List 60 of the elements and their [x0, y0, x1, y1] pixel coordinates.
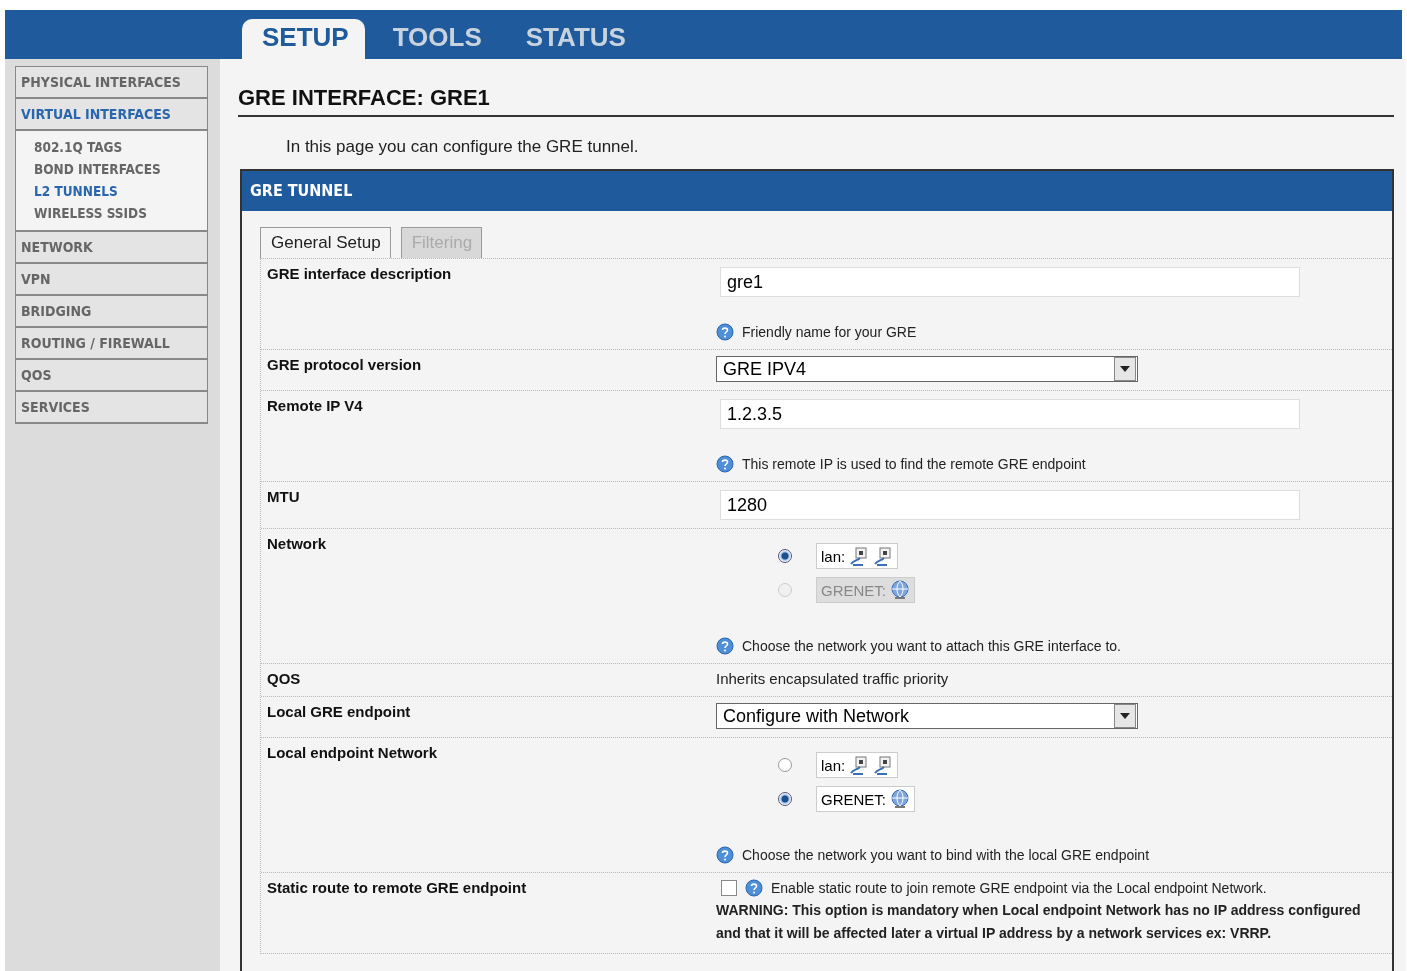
field-label: Local endpoint Network — [266, 744, 438, 763]
submenu-item[interactable]: WIRELESS SSIDS — [34, 202, 207, 224]
field-label: Network — [266, 535, 328, 554]
checkbox[interactable] — [721, 880, 737, 896]
page-title: GRE INTERFACE: GRE1 — [238, 85, 1394, 117]
ethernet-icon — [873, 546, 894, 566]
ethernet-icon — [849, 755, 870, 775]
field-label: GRE protocol version — [266, 356, 423, 375]
radio-button[interactable] — [778, 758, 792, 772]
sidebar-item[interactable]: QOS — [16, 360, 207, 392]
intro-text: In this page you can configure the GRE tunnel. — [286, 137, 640, 157]
nav-tab[interactable]: TOOLS — [372, 19, 498, 59]
warning-text: WARNING: This option is mandatory when Local endpoint Network has no IP address configured and that it will be affected later a virtual IP address by a network services ex: VRRP. — [716, 901, 1362, 943]
help-text: Choose the network you want to bind with the local GRE endpoint — [742, 847, 1150, 863]
dropdown[interactable]: GRE IPV4 — [716, 356, 1138, 382]
text-input[interactable]: 1280 — [720, 490, 1300, 520]
help-icon — [716, 323, 734, 341]
caret-icon — [1120, 366, 1130, 372]
sidebar-item[interactable]: VPN — [16, 264, 207, 296]
network-option[interactable]: lan: — [816, 543, 899, 569]
network-option[interactable]: GRENET: — [816, 786, 915, 812]
submenu-item[interactable]: BOND INTERFACES — [34, 158, 207, 180]
help-icon — [716, 455, 734, 473]
field-value: Inherits encapsulated traffic priority — [716, 670, 949, 687]
help-text: Friendly name for your GRE — [742, 324, 917, 340]
sidebar-item[interactable]: NETWORK — [16, 232, 207, 264]
radio-button[interactable] — [778, 549, 792, 563]
dropdown[interactable]: Configure with Network — [716, 703, 1138, 729]
text-input[interactable]: 1.2.3.5 — [720, 399, 1300, 429]
sidebar-item[interactable]: PHYSICAL INTERFACES — [16, 67, 207, 99]
radio-button[interactable] — [778, 792, 792, 806]
sidebar-item[interactable]: BRIDGING — [16, 296, 207, 328]
sidebar-item[interactable]: SERVICES — [16, 392, 207, 424]
globe-icon — [890, 789, 910, 809]
caret-icon — [1120, 713, 1130, 719]
field-label: Local GRE endpoint — [266, 703, 412, 722]
globe-icon — [890, 580, 910, 600]
tab[interactable]: General Setup — [260, 227, 391, 258]
panel-header: GRE TUNNEL — [242, 171, 1392, 211]
sidebar-item[interactable]: VIRTUAL INTERFACES — [16, 99, 207, 131]
field-label: MTU — [266, 488, 301, 507]
ethernet-icon — [873, 755, 894, 775]
nav-tab[interactable]: STATUS — [505, 19, 642, 59]
field-label: Static route to remote GRE endpoint — [266, 879, 528, 898]
submenu-item[interactable]: L2 TUNNELS — [34, 180, 207, 202]
submenu-item[interactable]: 802.1Q TAGS — [34, 136, 207, 158]
help-text: This remote IP is used to find the remote GRE endpoint — [742, 456, 1086, 472]
help-icon — [716, 637, 734, 655]
text-input[interactable]: gre1 — [720, 267, 1300, 297]
ethernet-icon — [849, 546, 870, 566]
sidebar-item[interactable]: ROUTING / FIREWALL — [16, 328, 207, 360]
help-icon — [716, 846, 734, 864]
help-text: Choose the network you want to attach this GRE interface to. — [742, 638, 1121, 654]
field-label: Remote IP V4 — [266, 397, 364, 416]
field-label: GRE interface description — [266, 265, 453, 284]
help-text: Enable static route to join remote GRE endpoint via the Local endpoint Network. — [771, 880, 1267, 896]
network-option[interactable]: lan: — [816, 752, 899, 778]
help-icon — [745, 879, 763, 897]
field-label: QOS — [266, 670, 302, 688]
nav-tab[interactable]: SETUP — [242, 19, 365, 59]
